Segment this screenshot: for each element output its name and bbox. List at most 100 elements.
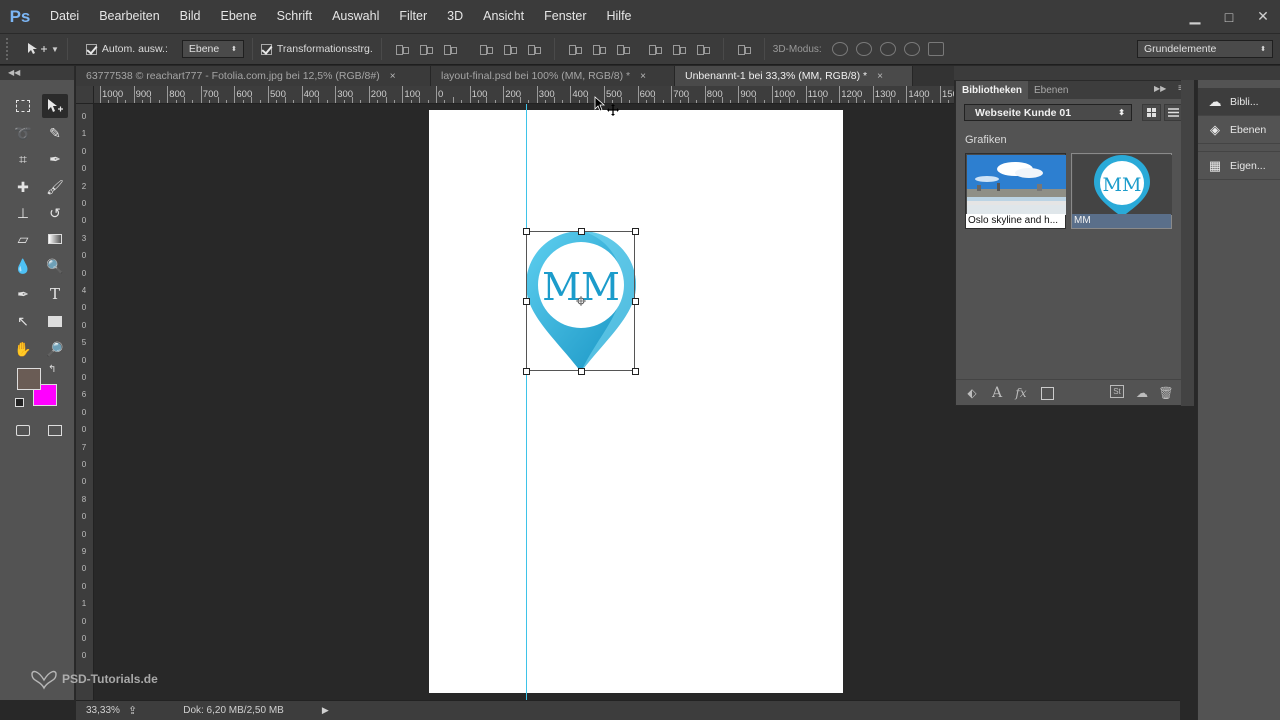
menu-fenster[interactable]: Fenster <box>534 0 596 33</box>
dodge-tool-icon[interactable]: 🔍 <box>42 254 68 278</box>
close-tab-icon[interactable]: × <box>390 71 396 82</box>
marquee-tool-icon[interactable] <box>10 94 36 118</box>
quick-mask-icon[interactable] <box>10 418 36 442</box>
menu-filter[interactable]: Filter <box>389 0 437 33</box>
swap-colors-icon[interactable]: ↰ <box>48 364 56 375</box>
collapse-panel-icon[interactable]: ▶▶ <box>1154 84 1166 93</box>
delete-icon[interactable]: 🗑 <box>1158 385 1174 401</box>
horizontal-ruler[interactable]: 1000 900 800 700 600 500 400 300 200 100 0 100 200 30… <box>94 86 954 104</box>
orbit-3d-icon[interactable] <box>831 42 848 56</box>
library-item-mm[interactable]: MM MM <box>1071 153 1172 229</box>
auto-select-dropdown[interactable]: Ebene ⬍ <box>181 40 244 58</box>
distribute-vcenter-icon[interactable] <box>592 42 606 56</box>
menu-ebene[interactable]: Ebene <box>211 0 267 33</box>
tab-unbenannt-1[interactable]: Unbenannt-1 bei 33,3% (MM, RGB/8) * × <box>675 66 913 86</box>
align-bottom-icon[interactable] <box>443 42 457 56</box>
gradient-tool-icon[interactable] <box>42 227 68 251</box>
add-layer-style-icon[interactable]: fx <box>1013 385 1029 401</box>
transform-controls-checkbox[interactable]: Transformationsstrg. <box>260 43 373 55</box>
tab-layout-final[interactable]: layout-final.psd bei 100% (MM, RGB/8) * … <box>431 66 675 86</box>
transform-handle[interactable] <box>632 368 639 375</box>
align-right-icon[interactable] <box>527 42 541 56</box>
guide-line[interactable] <box>526 104 527 700</box>
transform-handle[interactable] <box>578 228 585 235</box>
menu-auswahl[interactable]: Auswahl <box>322 0 389 33</box>
quick-selection-tool-icon[interactable]: ✎ <box>42 121 68 145</box>
align-left-icon[interactable] <box>479 42 493 56</box>
transform-handle[interactable] <box>523 228 530 235</box>
transform-bounding-box[interactable] <box>523 228 639 375</box>
workspace-dropdown[interactable]: Grundelemente ⬍ <box>1137 40 1273 58</box>
add-graphic-icon[interactable]: ⬖ <box>964 385 980 401</box>
default-colors-icon[interactable] <box>15 398 24 407</box>
distribute-top-icon[interactable] <box>568 42 582 56</box>
transform-handle[interactable] <box>578 368 585 375</box>
transform-handle[interactable] <box>523 368 530 375</box>
auto-select-checkbox[interactable]: Autom. ausw.: <box>85 43 168 55</box>
transform-handle[interactable] <box>632 228 639 235</box>
add-color-icon[interactable] <box>1039 385 1055 401</box>
auto-align-icon[interactable] <box>737 42 751 56</box>
tab-ebenen[interactable]: Ebenen <box>1028 81 1074 99</box>
menu-bearbeiten[interactable]: Bearbeiten <box>89 0 169 33</box>
type-tool-icon[interactable]: T <box>42 282 68 306</box>
distribute-hcenter-icon[interactable] <box>672 42 686 56</box>
foreground-color-swatch[interactable] <box>17 368 41 390</box>
eraser-tool-icon[interactable]: ▱ <box>10 227 36 251</box>
dock-item-libraries[interactable]: ☁ Bibli... <box>1198 88 1280 116</box>
zoom-level[interactable]: 33,33% <box>76 705 120 716</box>
panel-scrollbar[interactable] <box>1181 80 1194 406</box>
menu-schrift[interactable]: Schrift <box>267 0 322 33</box>
share-icon[interactable]: ⇪ <box>128 704 137 717</box>
pen-tool-icon[interactable]: ✒ <box>10 282 36 306</box>
dock-item-properties[interactable]: ▦ Eigen... <box>1198 152 1280 180</box>
tool-preset-picker[interactable]: ▼ <box>26 41 59 57</box>
menu-bild[interactable]: Bild <box>170 0 211 33</box>
minimize-button[interactable]: ▁ <box>1178 0 1212 33</box>
screen-mode-icon[interactable] <box>42 418 68 442</box>
maximize-button[interactable]: □ <box>1212 0 1246 33</box>
ruler-origin[interactable] <box>76 86 94 104</box>
close-tab-icon[interactable]: × <box>640 71 646 82</box>
blur-tool-icon[interactable]: 💧 <box>10 254 36 278</box>
drag-3d-icon[interactable] <box>879 42 896 56</box>
distribute-right-icon[interactable] <box>696 42 710 56</box>
rectangle-tool-icon[interactable] <box>42 309 68 333</box>
grid-view-icon[interactable] <box>1142 104 1161 121</box>
crop-tool-icon[interactable]: ⌗ <box>10 147 36 171</box>
creative-cloud-icon[interactable]: ☁ <box>1134 385 1150 401</box>
collapse-toolbar-icon[interactable]: ◀◀ <box>0 66 74 80</box>
tab-bibliotheken[interactable]: Bibliotheken <box>956 81 1029 99</box>
menu-3d[interactable]: 3D <box>437 0 473 33</box>
brush-tool-icon[interactable]: 🖌 <box>42 175 68 199</box>
tab-fotolia[interactable]: 63777538 © reachart777 - Fotolia.com.jpg… <box>76 66 431 86</box>
clone-stamp-tool-icon[interactable]: ⊥ <box>10 201 36 225</box>
stock-icon[interactable]: St <box>1110 385 1124 398</box>
history-brush-tool-icon[interactable]: ↺ <box>42 201 68 225</box>
zoom-tool-icon[interactable]: 🔎 <box>42 337 68 361</box>
roll-3d-icon[interactable] <box>855 42 872 56</box>
distribute-left-icon[interactable] <box>648 42 662 56</box>
distribute-bottom-icon[interactable] <box>616 42 630 56</box>
photoshop-logo[interactable]: Ps <box>0 0 40 33</box>
healing-brush-tool-icon[interactable]: ✚ <box>10 175 36 199</box>
slide-3d-icon[interactable] <box>903 42 920 56</box>
menu-ansicht[interactable]: Ansicht <box>473 0 534 33</box>
add-character-style-icon[interactable]: A <box>989 385 1005 401</box>
document-canvas[interactable] <box>429 110 843 693</box>
transform-handle[interactable] <box>632 298 639 305</box>
move-tool-icon[interactable] <box>42 94 68 118</box>
camera-3d-icon[interactable] <box>927 42 944 56</box>
library-dropdown[interactable]: Webseite Kunde 01 ⬍ <box>964 104 1132 121</box>
eyedropper-tool-icon[interactable]: ✒ <box>42 147 68 171</box>
close-tab-icon[interactable]: × <box>877 71 883 82</box>
status-menu-arrow[interactable]: ▶ <box>322 705 329 716</box>
vertical-ruler[interactable]: 0 1 0 0 2 0 0 3 0 0 4 0 0 5 0 0 6 0 0 7 0 0 8 0 0 9 0 0 1 0 0 0 <box>76 104 94 700</box>
dock-item-layers[interactable]: ◈ Ebenen <box>1198 116 1280 144</box>
path-selection-tool-icon[interactable]: ↖ <box>10 309 36 333</box>
transform-handle[interactable] <box>523 298 530 305</box>
hand-tool-icon[interactable]: ✋ <box>10 337 36 361</box>
menu-datei[interactable]: Datei <box>40 0 89 33</box>
lasso-tool-icon[interactable]: ➰ <box>10 121 36 145</box>
close-window-button[interactable]: ✕ <box>1246 0 1280 33</box>
